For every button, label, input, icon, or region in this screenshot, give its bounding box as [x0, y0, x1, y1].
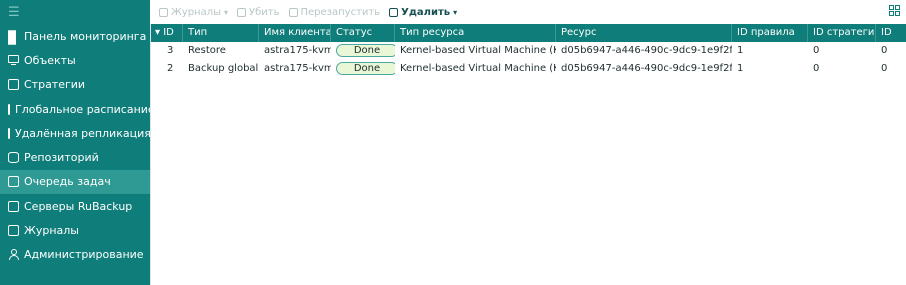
- sidebar-item-administration[interactable]: Администрирование: [0, 243, 150, 267]
- cell-type: Backup global: [188, 63, 259, 74]
- column-header-strategy-id[interactable]: ID стратегии: [808, 24, 876, 42]
- person-icon: [8, 249, 19, 261]
- logs-button-label: Журналы: [171, 6, 221, 18]
- replication-icon: [8, 127, 10, 139]
- table-header: ▾ ID Тип Имя клиента Статус Тип ресурса …: [151, 24, 906, 42]
- sidebar-item-repository[interactable]: Репозиторий: [0, 145, 150, 169]
- sidebar-item-rubackup-servers[interactable]: Серверы RuBackup: [0, 194, 150, 218]
- task-queue-table: ▾ ID Тип Имя клиента Статус Тип ресурса …: [150, 24, 906, 285]
- sidebar-item-label: Администрирование: [24, 248, 144, 262]
- cell-strategy-id: 0: [813, 63, 820, 74]
- table-row[interactable]: 2 Backup global astra175-kvm Done Kernel…: [151, 60, 906, 78]
- column-header-resource[interactable]: Ресурс: [556, 24, 732, 42]
- sidebar-item-task-queue[interactable]: Очередь задач: [0, 169, 150, 195]
- trash-icon: [389, 7, 399, 17]
- restart-button[interactable]: Перезапустить: [288, 6, 381, 18]
- table-row[interactable]: 3 Restore astra175-kvm Done Kernel-based…: [151, 42, 906, 60]
- cell-type: Restore: [188, 45, 226, 56]
- column-header-status[interactable]: Статус: [331, 24, 395, 42]
- cell-id: 3: [167, 45, 174, 56]
- column-header-id[interactable]: ▾ ID: [151, 24, 183, 42]
- cell-id-extra: 0: [881, 45, 888, 56]
- sidebar-item-label: Глобальное расписание: [15, 102, 155, 116]
- chevron-down-icon: ▾: [224, 7, 229, 17]
- database-icon: [8, 152, 19, 164]
- sidebar-item-label: Панель мониторинга: [24, 29, 147, 43]
- sidebar-item-label: Объекты: [24, 53, 76, 67]
- cell-resource: d05b6947-a446-490c-9dc9-1e9f2f12554d: [561, 45, 732, 56]
- status-badge: Done: [336, 44, 395, 57]
- log-icon: [159, 7, 168, 17]
- sidebar-item-label: Удалённая репликация: [15, 126, 151, 140]
- cell-id-extra: 0: [881, 63, 888, 74]
- delete-button[interactable]: Удалить ▾: [389, 7, 457, 18]
- column-settings-icon[interactable]: [889, 5, 900, 16]
- status-badge: Done: [336, 62, 395, 75]
- column-header-type[interactable]: Тип: [183, 24, 259, 42]
- kill-button-label: Убить: [249, 6, 280, 18]
- sort-arrow-icon: ▾: [155, 27, 161, 38]
- sidebar-item-objects[interactable]: Объекты: [0, 48, 150, 72]
- document-icon: [8, 103, 10, 115]
- column-header-label: ID: [163, 27, 174, 38]
- toolbar: Журналы ▾ Убить Перезапустить Удалить ▾: [150, 0, 906, 24]
- sidebar-item-dashboard[interactable]: Панель мониторинга: [0, 24, 150, 48]
- sidebar-item-label: Очередь задач: [24, 175, 111, 189]
- cell-client-name: astra175-kvm: [264, 45, 331, 56]
- kill-icon: [237, 7, 247, 17]
- sidebar-item-label: Журналы: [24, 224, 79, 238]
- cell-id: 2: [167, 63, 174, 74]
- cell-status: Done: [331, 42, 395, 60]
- sidebar: ☰ Панель мониторинга Объекты Стратегии Г…: [0, 0, 155, 285]
- sidebar-item-label: Серверы RuBackup: [24, 199, 133, 213]
- column-header-client-name[interactable]: Имя клиента: [259, 24, 331, 42]
- cell-rule-id: 1: [737, 45, 744, 56]
- kill-button[interactable]: Убить: [237, 6, 280, 18]
- sidebar-item-label: Репозиторий: [24, 151, 99, 165]
- log-icon: [8, 225, 19, 237]
- delete-button-label: Удалить: [401, 6, 451, 18]
- monitor-icon: [8, 54, 19, 66]
- chevron-down-icon: ▾: [453, 7, 458, 17]
- sidebar-header: ☰: [0, 0, 150, 24]
- sidebar-item-global-schedule[interactable]: Глобальное расписание: [0, 97, 155, 121]
- restart-button-label: Перезапустить: [300, 6, 381, 18]
- dashboard-icon: [8, 29, 19, 45]
- hamburger-icon[interactable]: ☰: [8, 5, 20, 20]
- cell-strategy-id: 0: [813, 45, 820, 56]
- server-icon: [8, 200, 19, 212]
- sidebar-item-strategies[interactable]: Стратегии: [0, 73, 150, 97]
- cell-client-name: astra175-kvm: [264, 63, 331, 74]
- column-header-id-extra[interactable]: ID: [876, 24, 906, 42]
- cell-rule-id: 1: [737, 63, 744, 74]
- document-icon: [8, 79, 19, 91]
- column-header-rule-id[interactable]: ID правила: [732, 24, 808, 42]
- cell-resource-type: Kernel-based Virtual Machine (KVM): [400, 45, 556, 56]
- sidebar-item-remote-replication[interactable]: Удалённая репликация: [0, 121, 151, 145]
- sidebar-item-logs[interactable]: Журналы: [0, 218, 150, 242]
- sidebar-item-label: Стратегии: [24, 78, 86, 92]
- cell-resource-type: Kernel-based Virtual Machine (KVM): [400, 63, 556, 74]
- queue-icon: [8, 176, 19, 188]
- cell-status: Done: [331, 60, 395, 78]
- logs-button[interactable]: Журналы ▾: [159, 7, 228, 18]
- cell-resource: d05b6947-a446-490c-9dc9-1e9f2f12554d: [561, 63, 732, 74]
- restart-icon: [288, 7, 298, 17]
- column-header-resource-type[interactable]: Тип ресурса: [395, 24, 556, 42]
